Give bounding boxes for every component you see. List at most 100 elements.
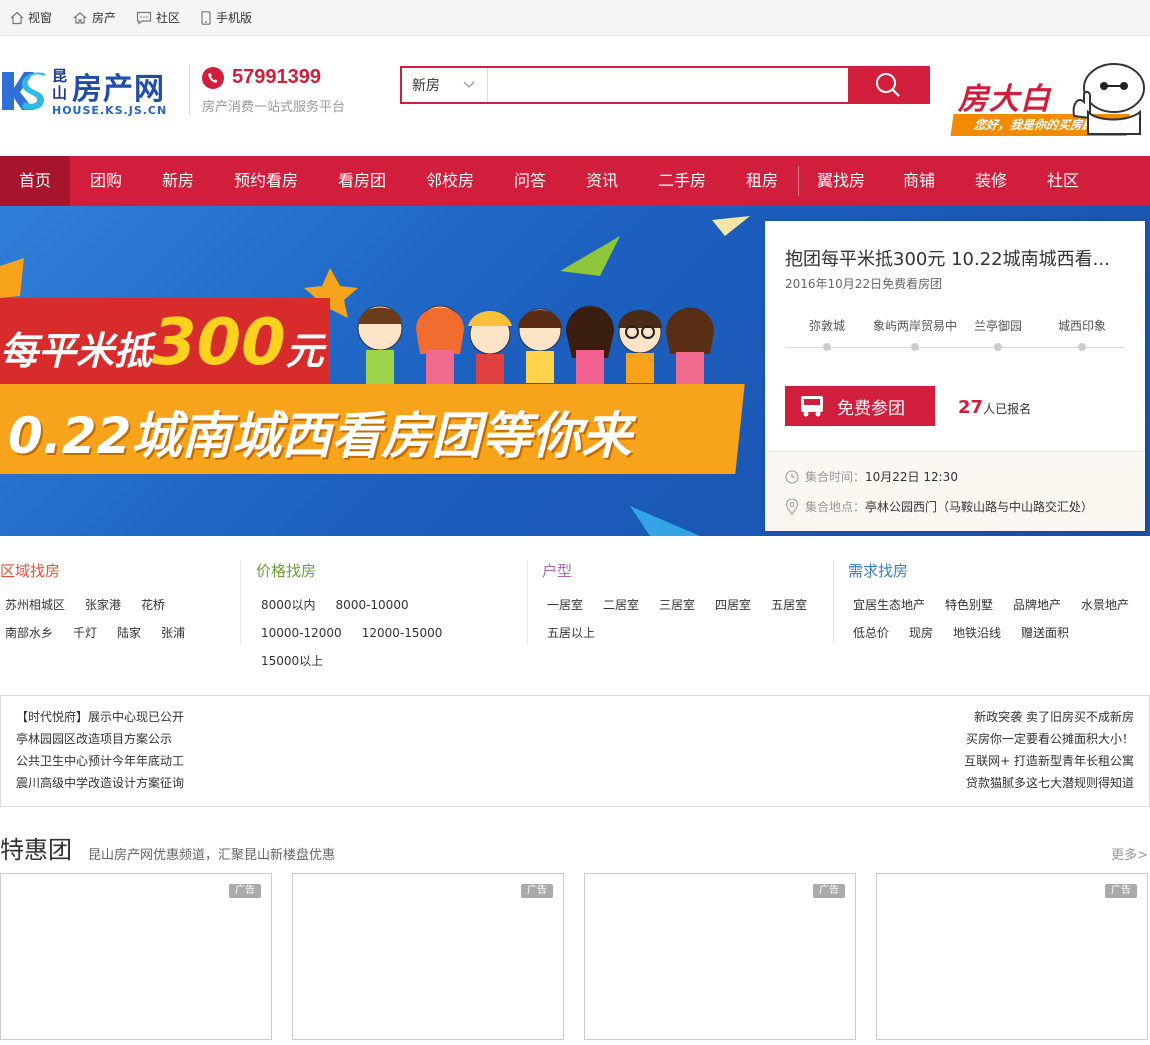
ad-badge: 广告 — [521, 884, 553, 898]
chat-icon — [136, 11, 152, 25]
need-tag[interactable]: 赠送面积 — [1021, 619, 1069, 647]
meet-place: 集合地点： 亭林公园西门（马鞍山路与中山路交汇处） — [785, 498, 1093, 515]
topbar-link-mobile[interactable]: 手机版 — [200, 9, 252, 26]
need-tag[interactable]: 低总价 — [853, 619, 889, 647]
nav-item-kanfangtuan[interactable]: 看房团 — [318, 156, 406, 206]
find-by-need: 需求找房 宜居生态地产 特色别墅 品牌地产 水景地产 低总价 现房 地铁沿线 赠… — [848, 560, 1150, 644]
nav-item-wenda[interactable]: 问答 — [494, 156, 566, 206]
nav-item-shequ[interactable]: 社区 — [1027, 156, 1099, 206]
area-tag[interactable]: 张浦 — [161, 619, 185, 647]
more-link[interactable]: 更多> — [1111, 844, 1148, 863]
fangdabai-badge[interactable]: 房大白 您好，我是你的买房顾问 — [950, 56, 1150, 142]
ad-card[interactable]: 广告 — [0, 873, 272, 1040]
route-stop[interactable]: 兰亭御园 — [953, 317, 1043, 351]
nav-item-zufang[interactable]: 租房 — [726, 156, 798, 206]
news-list-left: 【时代悦府】展示中心现已公开 亭林园园区改造项目方案公示 公共卫生中心预计今年年… — [16, 706, 184, 794]
layout-tag[interactable]: 五居室 — [771, 591, 807, 619]
nav-item-zixun[interactable]: 资讯 — [566, 156, 638, 206]
section-divider — [833, 560, 834, 644]
find-price-title: 价格找房 — [256, 562, 317, 580]
need-tag[interactable]: 品牌地产 — [1013, 591, 1061, 619]
news-link[interactable]: 公共卫生中心预计今年年底动工 — [16, 750, 184, 772]
nav-item-yuyue[interactable]: 预约看房 — [214, 156, 318, 206]
topbar-link-fangchan[interactable]: 房产 — [72, 9, 116, 26]
layout-tag[interactable]: 四居室 — [715, 591, 751, 619]
price-tag[interactable]: 8000以内 — [261, 591, 316, 619]
nav-item-yizhaofang[interactable]: 翼找房 — [799, 156, 883, 206]
chevron-down-icon — [463, 81, 475, 88]
news-link[interactable]: 互联网+ 打造新型青年长租公寓 — [964, 750, 1134, 772]
need-tag[interactable]: 地铁沿线 — [953, 619, 1001, 647]
layout-tag[interactable]: 二居室 — [603, 591, 639, 619]
price-tag[interactable]: 12000-15000 — [362, 619, 443, 647]
topbar-link-shichuang[interactable]: 视窗 — [10, 9, 52, 26]
tour-title[interactable]: 抱团每平米抵300元 10.22城南城西看... — [785, 245, 1110, 271]
news-box: 【时代悦府】展示中心现已公开 亭林园园区改造项目方案公示 公共卫生中心预计今年年… — [0, 695, 1150, 807]
news-link[interactable]: 买房你一定要看公摊面积大小！ — [964, 728, 1134, 750]
find-by-price: 价格找房 8000以内 8000-10000 10000-12000 12000… — [256, 560, 526, 668]
tehui-desc: 昆山房产网优惠频道，汇聚昆山新楼盘优惠 — [88, 848, 336, 863]
bus-icon — [801, 396, 823, 417]
tehui-title: 特惠团 — [0, 836, 72, 864]
news-link[interactable]: 亭林园园区改造项目方案公示 — [16, 728, 184, 750]
news-link[interactable]: 震川高级中学改造设计方案征询 — [16, 772, 184, 794]
promo-banner[interactable]: 每平米抵300元 0.22城南城西看房团等你来 抱团每平米抵300元 10.22… — [0, 206, 1150, 536]
phone-icon — [202, 66, 224, 89]
price-tag[interactable]: 8000-10000 — [336, 591, 409, 619]
need-tag[interactable]: 宜居生态地产 — [853, 591, 925, 619]
search-type-select[interactable]: 新房 — [402, 68, 488, 102]
nav-item-ershoufang[interactable]: 二手房 — [638, 156, 726, 206]
area-tag[interactable]: 张家港 — [85, 591, 121, 619]
ad-badge: 广告 — [229, 884, 261, 898]
ks-logo-icon — [2, 72, 46, 110]
topbar-link-shequ[interactable]: 社区 — [136, 9, 180, 26]
news-link[interactable]: 新政突袭 卖了旧房买不成新房 — [964, 706, 1134, 728]
nav-item-home[interactable]: 首页 — [0, 156, 70, 206]
logo-domain: HOUSE.KS.JS.CN — [52, 104, 168, 117]
price-tag[interactable]: 10000-12000 — [261, 619, 342, 647]
layout-tag[interactable]: 一居室 — [547, 591, 583, 619]
search-button[interactable] — [848, 68, 928, 102]
news-link[interactable]: 贷款猫腻多这七大潜规则得知道 — [964, 772, 1134, 794]
route-stop[interactable]: 象屿两岸贸易中 — [865, 317, 965, 351]
nav-item-xinfang[interactable]: 新房 — [142, 156, 214, 206]
clock-icon — [785, 470, 799, 483]
banner-headline-1: 每平米抵300元 — [0, 306, 324, 380]
site-logo[interactable]: 昆山 房产网 HOUSE.KS.JS.CN — [0, 64, 180, 120]
layout-tag[interactable]: 五居以上 — [547, 619, 595, 647]
area-tag[interactable]: 千灯 — [73, 619, 97, 647]
join-tour-button[interactable]: 免费参团 — [785, 386, 935, 426]
search-input[interactable] — [488, 68, 848, 102]
area-tag[interactable]: 花桥 — [141, 591, 165, 619]
house-icon — [73, 11, 87, 24]
area-tag[interactable]: 陆家 — [117, 619, 141, 647]
ad-card[interactable]: 广告 — [876, 873, 1148, 1040]
meet-time: 集合时间： 10月22日 12:30 — [785, 468, 958, 485]
area-tag[interactable]: 南部水乡 — [5, 619, 53, 647]
search-bar: 新房 — [400, 66, 930, 104]
nav-item-zhuangxiu[interactable]: 装修 — [955, 156, 1027, 206]
tour-date: 2016年10月22日免费看房团 — [785, 277, 943, 291]
need-tag[interactable]: 特色别墅 — [945, 591, 993, 619]
cartoon-kids-illustration — [357, 305, 714, 384]
area-tag[interactable]: 苏州相城区 — [5, 591, 65, 619]
news-link[interactable]: 【时代悦府】展示中心现已公开 — [16, 706, 184, 728]
price-tag[interactable]: 15000以上 — [261, 647, 323, 675]
nav-item-shangpu[interactable]: 商铺 — [883, 156, 955, 206]
ad-badge: 广告 — [1105, 884, 1137, 898]
ad-card[interactable]: 广告 — [292, 873, 564, 1040]
route-stop[interactable]: 城西印象 — [1037, 317, 1127, 351]
need-tag[interactable]: 水景地产 — [1081, 591, 1129, 619]
top-bar: 视窗 房产 社区 手机版 — [0, 0, 1150, 36]
news-list-right: 新政突袭 卖了旧房买不成新房 买房你一定要看公摊面积大小！ 互联网+ 打造新型青… — [964, 706, 1134, 794]
need-tag[interactable]: 现房 — [909, 619, 933, 647]
find-need-title: 需求找房 — [848, 562, 909, 580]
nav-item-linxiaofang[interactable]: 邻校房 — [406, 156, 494, 206]
ad-card[interactable]: 广告 — [584, 873, 856, 1040]
layout-tag[interactable]: 三居室 — [659, 591, 695, 619]
find-layout-title: 户型 — [542, 562, 573, 580]
hotline: 57991399 — [202, 66, 321, 89]
route-stop[interactable]: 弥敦城 — [782, 317, 872, 351]
nav-item-tuangou[interactable]: 团购 — [70, 156, 142, 206]
tour-route: 弥敦城 象屿两岸贸易中 兰亭御园 城西印象 — [785, 317, 1125, 357]
